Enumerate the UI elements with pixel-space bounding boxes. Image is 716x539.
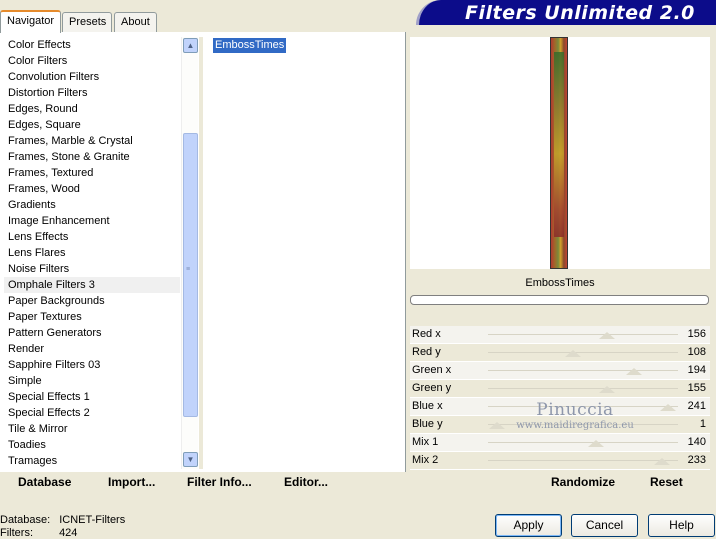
category-item[interactable]: Special Effects 1 bbox=[4, 389, 180, 405]
category-item[interactable]: Frames, Wood bbox=[4, 181, 180, 197]
param-label: Mix 2 bbox=[412, 454, 439, 466]
database-button[interactable]: Database bbox=[18, 475, 71, 489]
slider-track[interactable] bbox=[488, 460, 678, 461]
slider-track[interactable] bbox=[488, 442, 678, 443]
slider-knob[interactable] bbox=[599, 386, 615, 393]
status-filters-label: Filters: bbox=[0, 527, 33, 539]
category-item[interactable]: Sapphire Filters 03 bbox=[4, 357, 180, 373]
param-value: 140 bbox=[687, 436, 706, 448]
panel-divider bbox=[199, 37, 203, 469]
category-item[interactable]: Pattern Generators bbox=[4, 325, 180, 341]
filter-item-embosstimes[interactable]: EmbossTimes bbox=[213, 38, 287, 53]
app-title: Filters Unlimited 2.0 bbox=[465, 2, 695, 24]
param-label: Red x bbox=[412, 328, 441, 340]
param-row[interactable]: Green y 155 bbox=[410, 380, 710, 398]
slider-track[interactable] bbox=[488, 352, 678, 353]
param-row[interactable]: Mix 1 140 bbox=[410, 434, 710, 452]
category-item[interactable]: Edges, Round bbox=[4, 101, 180, 117]
param-value: 1 bbox=[699, 418, 706, 430]
category-list[interactable]: Color Effects Color Filters Convolution Fi… bbox=[4, 37, 180, 469]
tab-about[interactable]: About bbox=[114, 12, 157, 32]
category-item[interactable]: Frames, Stone & Granite bbox=[4, 149, 180, 165]
slider-track[interactable] bbox=[488, 388, 678, 389]
watermark-name: Pinuccia bbox=[536, 400, 614, 420]
param-value: 241 bbox=[687, 400, 706, 412]
status-database: Database: ICNET-Filters bbox=[0, 514, 125, 526]
param-value: 194 bbox=[687, 364, 706, 376]
scroll-thumb[interactable] bbox=[183, 133, 198, 417]
import-button[interactable]: Import... bbox=[108, 475, 155, 489]
reset-button[interactable]: Reset bbox=[650, 475, 683, 489]
category-item[interactable]: Toadies bbox=[4, 437, 180, 453]
slider-knob[interactable] bbox=[489, 422, 505, 429]
progress-bar bbox=[410, 295, 709, 305]
scroll-down-icon[interactable]: ▼ bbox=[183, 452, 198, 467]
scroll-up-icon[interactable]: ▲ bbox=[183, 38, 198, 53]
param-value: 156 bbox=[687, 328, 706, 340]
watermark-url: www.maidiregrafica.eu bbox=[516, 420, 634, 431]
param-label: Red y bbox=[412, 346, 441, 358]
slider-knob[interactable] bbox=[588, 440, 604, 447]
category-item[interactable]: Tramages bbox=[4, 453, 180, 469]
category-item[interactable]: Special Effects 2 bbox=[4, 405, 180, 421]
category-item[interactable]: Distortion Filters bbox=[4, 85, 180, 101]
tab-presets[interactable]: Presets bbox=[62, 12, 112, 32]
param-label: Mix 1 bbox=[412, 436, 439, 448]
status-filters-value: 424 bbox=[59, 527, 78, 539]
status-filters: Filters: 424 bbox=[0, 527, 77, 539]
slider-knob[interactable] bbox=[660, 404, 676, 411]
category-item[interactable]: Tile & Mirror bbox=[4, 421, 180, 437]
param-label: Green x bbox=[412, 364, 452, 376]
tab-navigator[interactable]: Navigator bbox=[0, 10, 61, 33]
preview-area bbox=[410, 37, 710, 269]
category-item[interactable]: Lens Flares bbox=[4, 245, 180, 261]
category-item[interactable]: Color Filters bbox=[4, 53, 180, 69]
category-item[interactable]: Gradients bbox=[4, 197, 180, 213]
category-item[interactable]: Image Enhancement bbox=[4, 213, 180, 229]
status-database-label: Database: bbox=[0, 514, 51, 526]
category-item[interactable]: Omphale Filters 3 bbox=[4, 277, 180, 293]
param-label: Blue y bbox=[412, 418, 443, 430]
param-label: Green y bbox=[412, 382, 452, 394]
slider-knob[interactable] bbox=[599, 332, 615, 339]
slider-track[interactable] bbox=[488, 334, 678, 335]
randomize-button[interactable]: Randomize bbox=[551, 475, 615, 489]
category-item[interactable]: Noise Filters bbox=[4, 261, 180, 277]
editor-button[interactable]: Editor... bbox=[284, 475, 328, 489]
grip-icon: ≡ bbox=[186, 266, 191, 273]
watermark: Pinuccia www.maidiregrafica.eu bbox=[515, 400, 635, 431]
status-database-value: ICNET-Filters bbox=[59, 514, 126, 526]
apply-button[interactable]: Apply bbox=[495, 514, 562, 537]
category-item[interactable]: Edges, Square bbox=[4, 117, 180, 133]
filter-list[interactable]: EmbossTimes bbox=[210, 37, 403, 469]
category-item[interactable]: Paper Textures bbox=[4, 309, 180, 325]
param-value: 233 bbox=[687, 454, 706, 466]
param-label: Blue x bbox=[412, 400, 443, 412]
cancel-button[interactable]: Cancel bbox=[571, 514, 638, 537]
slider-knob[interactable] bbox=[626, 368, 642, 375]
slider-track[interactable] bbox=[488, 370, 678, 371]
param-row[interactable]: Red y 108 bbox=[410, 344, 710, 362]
category-item[interactable]: Render bbox=[4, 341, 180, 357]
category-item[interactable]: Frames, Textured bbox=[4, 165, 180, 181]
parameter-sliders: Red x 156 Red y 108 Green x 194 Green y 155 Blue… bbox=[410, 326, 710, 470]
param-row[interactable]: Red x 156 bbox=[410, 326, 710, 344]
param-row[interactable]: Green x 194 bbox=[410, 362, 710, 380]
preview-image-highlight bbox=[554, 52, 564, 237]
category-scrollbar[interactable]: ▲ ≡ ▼ bbox=[181, 37, 198, 469]
category-item[interactable]: Color Effects bbox=[4, 37, 180, 53]
category-item[interactable]: Lens Effects bbox=[4, 229, 180, 245]
category-item[interactable]: Simple bbox=[4, 373, 180, 389]
category-item[interactable]: Paper Backgrounds bbox=[4, 293, 180, 309]
slider-knob[interactable] bbox=[565, 350, 581, 357]
help-button[interactable]: Help bbox=[648, 514, 715, 537]
param-value: 108 bbox=[687, 346, 706, 358]
param-value: 155 bbox=[687, 382, 706, 394]
category-item[interactable]: Convolution Filters bbox=[4, 69, 180, 85]
param-row[interactable]: Mix 2 233 bbox=[410, 452, 710, 470]
filter-info-button[interactable]: Filter Info... bbox=[187, 475, 252, 489]
slider-knob[interactable] bbox=[654, 458, 670, 465]
category-item[interactable]: Frames, Marble & Crystal bbox=[4, 133, 180, 149]
preview-filter-name: EmbossTimes bbox=[525, 277, 595, 289]
